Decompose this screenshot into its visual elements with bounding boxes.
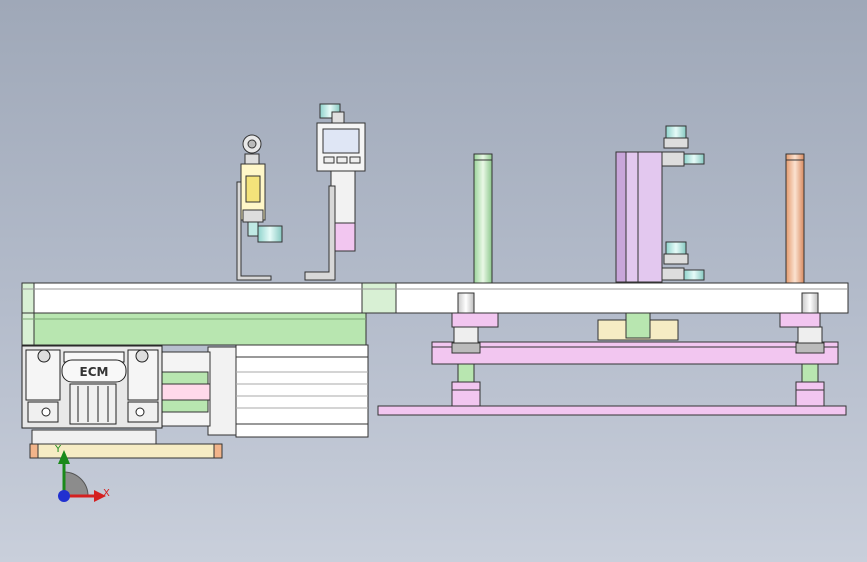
assembly-drawing: ECM bbox=[21, 103, 849, 459]
center-support[interactable] bbox=[597, 312, 679, 341]
y-axis-label: Y bbox=[55, 444, 62, 455]
x-axis-label: X bbox=[103, 488, 110, 499]
axis-triad[interactable]: X Y bbox=[44, 440, 124, 520]
motor-brand-label: ECM bbox=[80, 365, 109, 379]
z-axis-dot bbox=[58, 490, 70, 502]
guide-rod-left[interactable] bbox=[473, 153, 493, 284]
cushion-valve[interactable] bbox=[240, 134, 283, 243]
left-green-plate[interactable] bbox=[21, 312, 367, 346]
lift-plate[interactable] bbox=[431, 341, 839, 365]
guide-rod-right[interactable] bbox=[785, 153, 805, 284]
cad-viewport[interactable]: ECM X Y bbox=[0, 0, 867, 562]
motor-gearbox[interactable]: ECM bbox=[21, 345, 163, 429]
bottom-plate[interactable] bbox=[377, 405, 847, 416]
pressure-switch[interactable] bbox=[304, 103, 366, 281]
table-top-plate[interactable] bbox=[21, 282, 849, 314]
lift-cylinder[interactable] bbox=[615, 125, 705, 283]
servo-motor-body[interactable] bbox=[207, 344, 369, 438]
